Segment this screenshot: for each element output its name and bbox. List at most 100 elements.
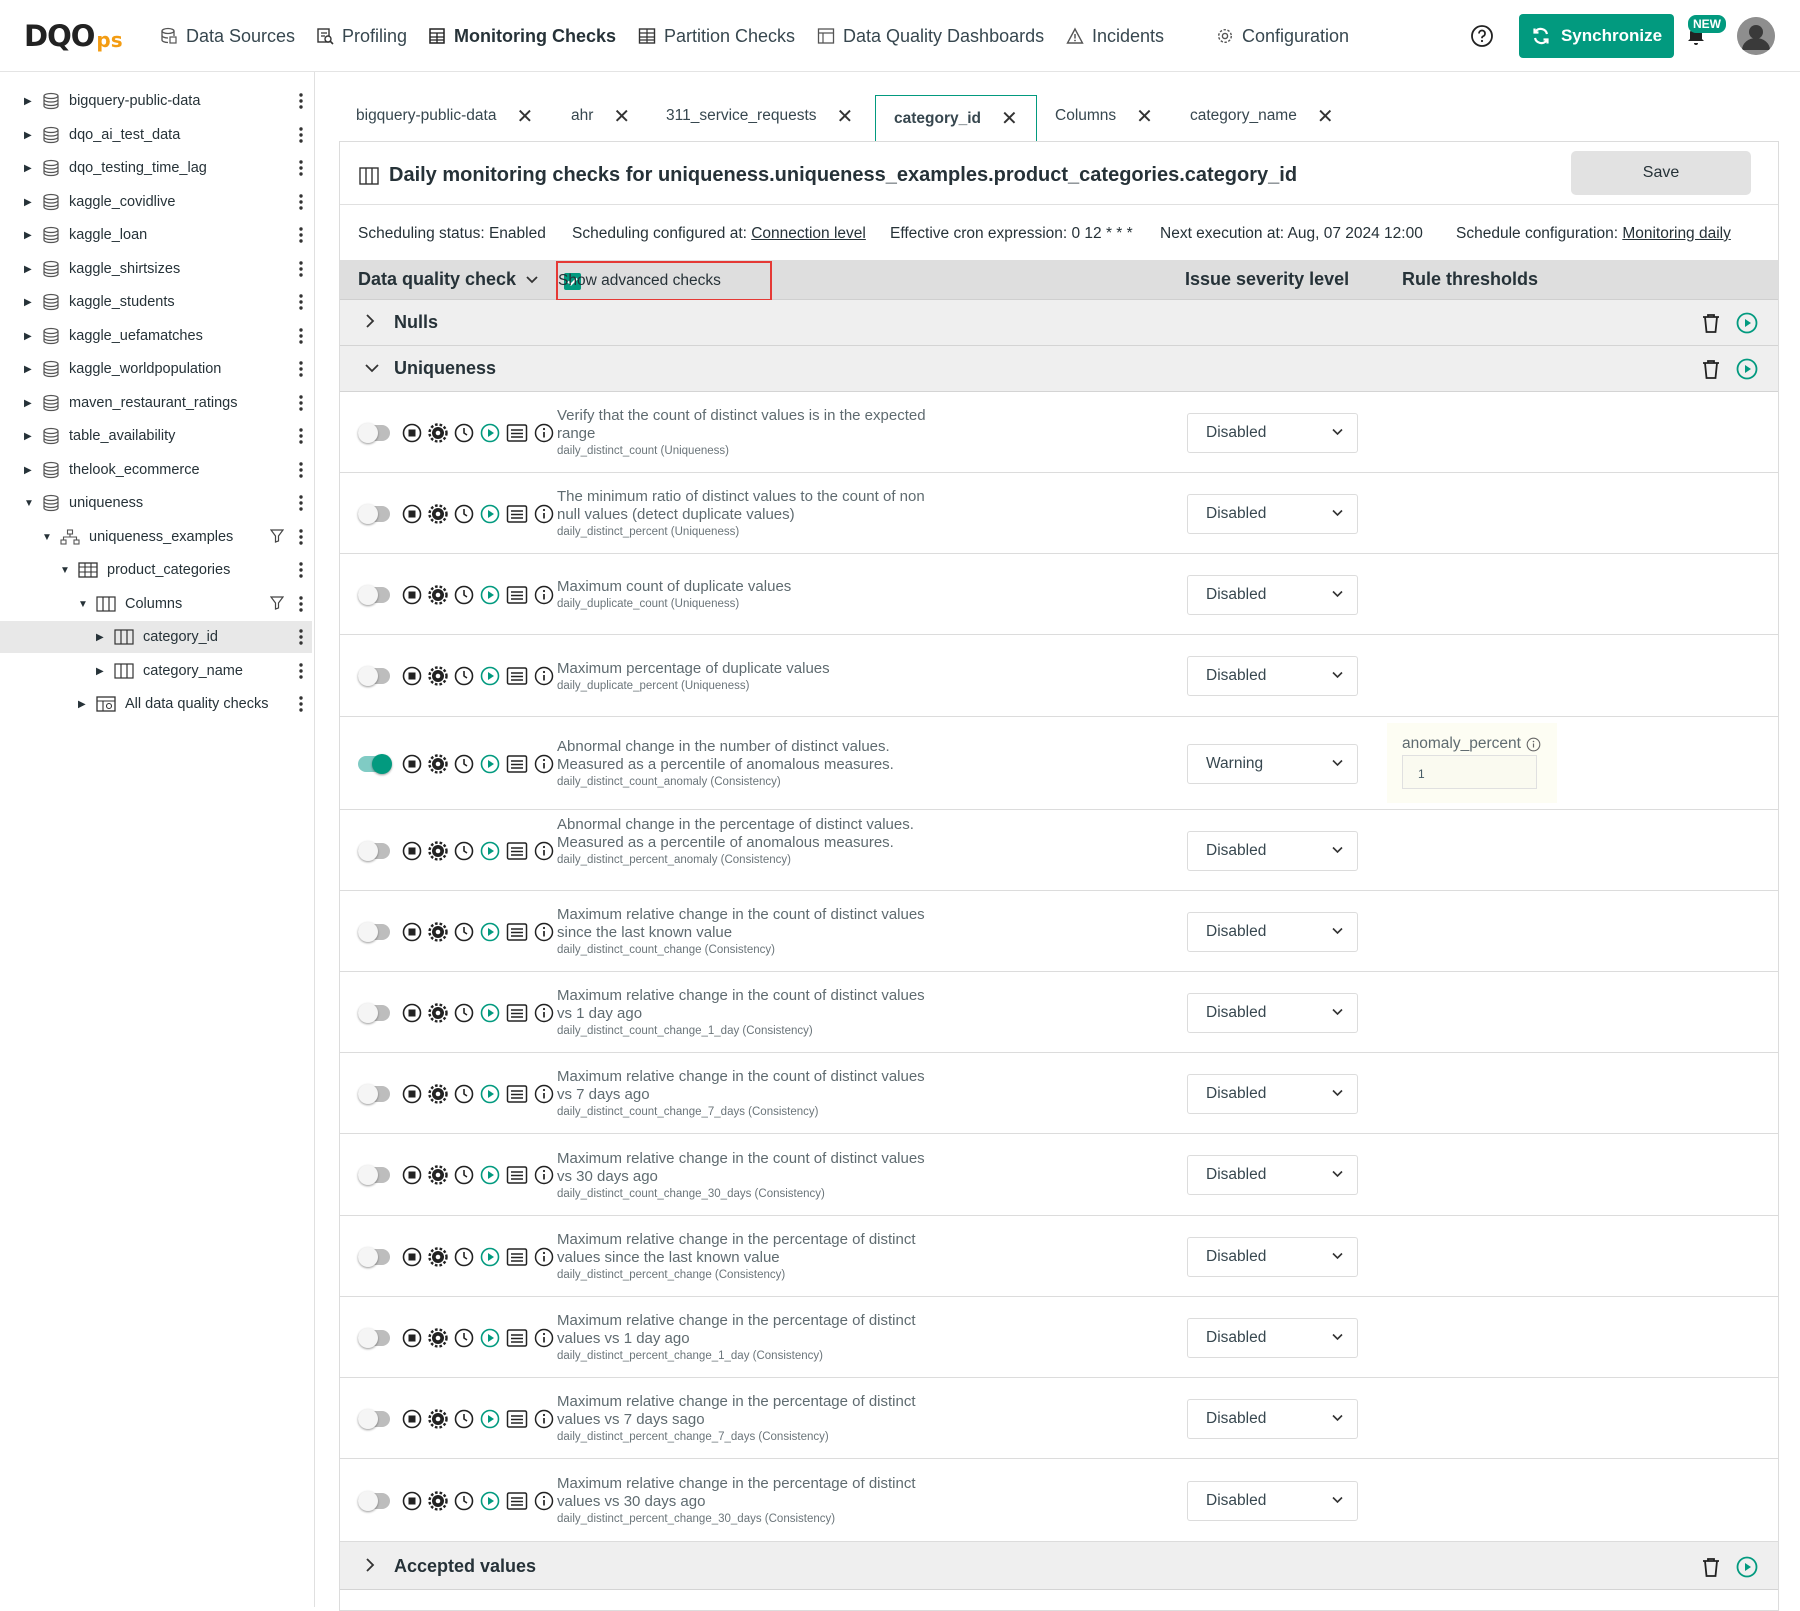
disable-check-icon[interactable] [402, 1165, 422, 1185]
schedule-clock-icon[interactable] [454, 841, 474, 861]
nav-incidents[interactable]: Incidents [1066, 22, 1164, 50]
trash-icon[interactable] [1700, 358, 1722, 380]
results-list-icon[interactable] [506, 754, 528, 774]
expand-caret-icon[interactable]: ▶ [24, 96, 34, 107]
check-toggle[interactable] [358, 921, 390, 942]
expand-caret-icon[interactable]: ▶ [24, 230, 34, 241]
settings-icon[interactable] [428, 1246, 448, 1267]
schedule-clock-icon[interactable] [454, 754, 474, 774]
run-check-icon[interactable] [480, 1328, 500, 1348]
results-list-icon[interactable] [506, 1165, 528, 1185]
expand-caret-icon[interactable]: ▶ [24, 163, 34, 174]
tree-node-kaggle-covidlive[interactable]: ▶ kaggle_covidlive [24, 186, 175, 218]
tree-node-kaggle-uefamatches[interactable]: ▶ kaggle_uefamatches [24, 320, 203, 352]
kebab-menu-icon[interactable] [298, 493, 304, 513]
monitoring-daily-link[interactable]: Monitoring daily [1622, 225, 1731, 242]
info-icon[interactable] [534, 1328, 554, 1348]
data-quality-check-header[interactable]: Data quality check [358, 269, 538, 290]
tree-node-category-id[interactable]: ▶ category_id [0, 621, 312, 653]
expand-caret-icon[interactable]: ▶ [96, 666, 106, 677]
close-icon[interactable]: ✕ [516, 104, 533, 129]
settings-icon[interactable] [428, 666, 448, 686]
expand-caret-icon[interactable]: ▼ [24, 498, 34, 509]
run-check-icon[interactable] [1736, 1556, 1758, 1578]
tree-node-kaggle-worldpopulation[interactable]: ▶ kaggle_worldpopulation [24, 353, 221, 385]
category-uniqueness[interactable]: Uniqueness [340, 346, 1778, 392]
kebab-menu-icon[interactable] [298, 594, 304, 614]
check-toggle[interactable] [358, 503, 390, 524]
results-list-icon[interactable] [506, 666, 528, 686]
schedule-clock-icon[interactable] [454, 1491, 474, 1511]
expand-caret-icon[interactable]: ▶ [24, 264, 34, 275]
schedule-clock-icon[interactable] [454, 922, 474, 942]
kebab-menu-icon[interactable] [298, 326, 304, 346]
expand-caret-icon[interactable]: ▶ [24, 130, 34, 141]
info-icon[interactable] [1526, 737, 1541, 752]
settings-icon[interactable] [428, 1083, 448, 1104]
info-icon[interactable] [534, 1491, 554, 1511]
tree-node-all-data-quality-checks[interactable]: ▶ All data quality checks [78, 688, 268, 720]
connection-level-link[interactable]: Connection level [751, 225, 866, 242]
info-icon[interactable] [534, 1165, 554, 1185]
info-icon[interactable] [534, 922, 554, 942]
schedule-clock-icon[interactable] [454, 1084, 474, 1104]
chevron-down-icon[interactable] [365, 363, 379, 373]
info-icon[interactable] [534, 841, 554, 861]
settings-icon[interactable] [428, 1408, 448, 1429]
severity-select[interactable]: Warning [1187, 743, 1358, 784]
tree-node-kaggle-shirtsizes[interactable]: ▶ kaggle_shirtsizes [24, 253, 180, 285]
info-icon[interactable] [534, 585, 554, 605]
results-list-icon[interactable] [506, 922, 528, 942]
run-check-icon[interactable] [480, 423, 500, 443]
expand-caret-icon[interactable]: ▶ [24, 364, 34, 375]
info-icon[interactable] [534, 1084, 554, 1104]
results-list-icon[interactable] [506, 1409, 528, 1429]
disable-check-icon[interactable] [402, 423, 422, 443]
severity-select[interactable]: Disabled [1187, 1236, 1358, 1277]
synchronize-button[interactable]: Synchronize [1519, 14, 1674, 58]
nav-dashboards[interactable]: Data Quality Dashboards [817, 22, 1044, 50]
kebab-menu-icon[interactable] [298, 694, 304, 714]
run-check-icon[interactable] [480, 1247, 500, 1267]
chevron-right-icon[interactable] [365, 1558, 375, 1572]
category-accepted-values[interactable]: Accepted values [340, 1542, 1778, 1590]
dqops-logo[interactable]: DQO ps [24, 19, 123, 53]
tab-category-id[interactable]: category_id ✕ [875, 95, 1037, 141]
run-check-icon[interactable] [480, 1491, 500, 1511]
category-nulls[interactable]: Nulls [340, 300, 1778, 346]
tab-ahr[interactable]: ahr ✕ [571, 94, 630, 138]
disable-check-icon[interactable] [402, 504, 422, 524]
info-icon[interactable] [534, 666, 554, 686]
expand-caret-icon[interactable]: ▶ [24, 398, 34, 409]
chevron-right-icon[interactable] [365, 314, 375, 328]
schedule-clock-icon[interactable] [454, 423, 474, 443]
kebab-menu-icon[interactable] [298, 460, 304, 480]
trash-icon[interactable] [1700, 312, 1722, 334]
user-avatar[interactable] [1737, 17, 1775, 55]
run-check-icon[interactable] [480, 1165, 500, 1185]
kebab-menu-icon[interactable] [298, 125, 304, 145]
nav-data-sources[interactable]: Data Sources [160, 22, 295, 50]
disable-check-icon[interactable] [402, 1328, 422, 1348]
severity-select[interactable]: Disabled [1187, 992, 1358, 1033]
expand-caret-icon[interactable]: ▶ [24, 297, 34, 308]
schedule-clock-icon[interactable] [454, 1247, 474, 1267]
kebab-menu-icon[interactable] [298, 560, 304, 580]
disable-check-icon[interactable] [402, 1084, 422, 1104]
tree-node-table-availability[interactable]: ▶ table_availability [24, 420, 175, 452]
close-icon[interactable]: ✕ [613, 104, 630, 129]
severity-select[interactable]: Disabled [1187, 574, 1358, 615]
tab-columns[interactable]: Columns ✕ [1055, 94, 1153, 138]
kebab-menu-icon[interactable] [298, 91, 304, 111]
nav-profiling[interactable]: Profiling [316, 22, 407, 50]
info-icon[interactable] [534, 1409, 554, 1429]
nav-partition-checks[interactable]: Partition Checks [638, 22, 795, 50]
nav-monitoring-checks[interactable]: Monitoring Checks [428, 22, 616, 50]
run-check-icon[interactable] [480, 754, 500, 774]
check-toggle[interactable] [358, 753, 392, 774]
show-advanced-checks[interactable]: Show advanced checks [556, 261, 772, 301]
severity-select[interactable]: Disabled [1187, 1155, 1358, 1195]
settings-icon[interactable] [428, 753, 448, 774]
settings-icon[interactable] [428, 1165, 448, 1185]
tree-node-bigquery-public-data[interactable]: ▶ bigquery-public-data [24, 85, 200, 117]
